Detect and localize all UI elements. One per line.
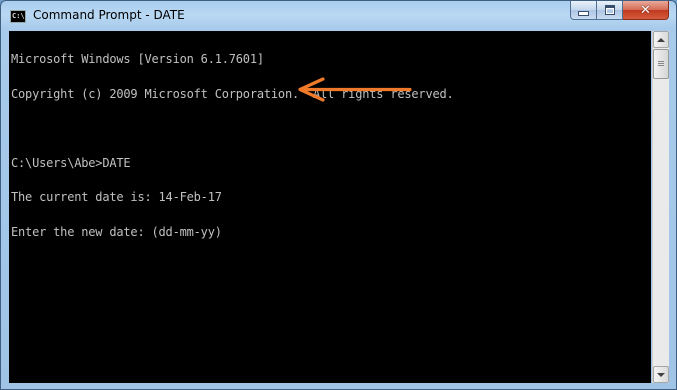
maximize-icon (604, 5, 615, 15)
command-prompt-window: C:\ Command Prompt - DATE ✕ Microsoft Wi… (0, 0, 677, 390)
close-button[interactable]: ✕ (623, 1, 669, 20)
maximize-button[interactable] (597, 1, 623, 20)
console-text: Microsoft Windows [Version 6.1.7601] Cop… (11, 31, 454, 261)
arrow-left-icon (298, 77, 412, 102)
app-icon-glyph: C:\ (12, 12, 25, 20)
scroll-up-icon (657, 37, 665, 42)
console-line: C:\Users\Abe>DATE (11, 155, 131, 170)
command-prompt-icon[interactable]: C:\ (10, 10, 26, 23)
close-icon: ✕ (640, 2, 651, 18)
scroll-down-button[interactable] (653, 366, 669, 383)
window-title: Command Prompt - DATE (33, 8, 185, 22)
thumb-grip (658, 61, 664, 62)
thumb-grip (658, 63, 664, 64)
scroll-thumb[interactable] (653, 49, 669, 79)
console-line: Enter the new date: (dd-mm-yy) (11, 224, 222, 239)
scroll-up-button[interactable] (653, 31, 669, 48)
console-line: Microsoft Windows [Version 6.1.7601] (11, 52, 264, 66)
scroll-down-icon (657, 372, 665, 377)
caption-buttons: ✕ (570, 1, 669, 21)
thumb-grip (658, 65, 664, 66)
minimize-button[interactable] (570, 1, 597, 20)
title-bar[interactable]: C:\ Command Prompt - DATE ✕ (1, 1, 676, 31)
console-line: The current date is: 14-Feb-17 (11, 190, 222, 204)
minimize-icon (578, 10, 589, 16)
vertical-scrollbar[interactable] (652, 31, 669, 383)
